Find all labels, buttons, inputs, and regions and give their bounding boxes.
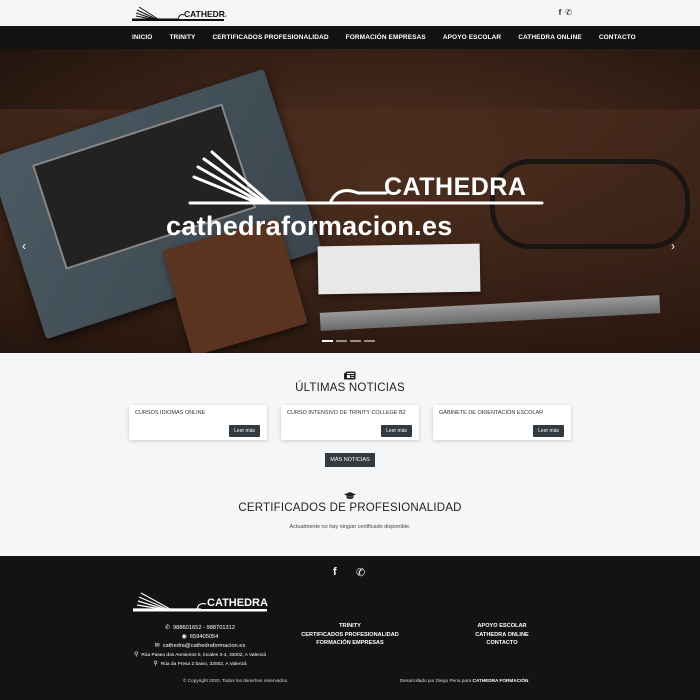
footer-email[interactable]: ✉ cathedra@cathedraformacion.es — [130, 642, 270, 651]
carousel-indicator[interactable] — [322, 340, 333, 342]
footer-phone[interactable]: ✆ 988601652 - 988701312 — [130, 624, 270, 633]
footer-link-certificados[interactable]: CERTIFICADOS PROFESIONALIDAD — [290, 631, 410, 640]
top-bar: CATHEDRA f ✆ — [0, 0, 700, 26]
nav-menu: INICIO TRINITY CERTIFICADOS PROFESIONALI… — [132, 26, 636, 49]
news-card: CURSOS IDIOMAS ONLINE Leer más — [129, 405, 267, 440]
nav-item-apoyo-escolar[interactable]: APOYO ESCOLAR — [443, 34, 501, 41]
footer-developer-credit: Desarrollado por Diego Pena para CATHEDR… — [400, 678, 529, 683]
social-links-top: f ✆ — [559, 8, 572, 17]
footer-link-formacion-empresas[interactable]: FORMACIÓN EMPRESAS — [290, 639, 410, 648]
main-navbar: INICIO TRINITY CERTIFICADOS PROFESIONALI… — [0, 26, 700, 49]
news-card-title[interactable]: CURSO INTENSIVO DE TRINITY COLLEGE B2 — [287, 410, 406, 416]
news-card-title[interactable]: GABINETE DE ORIENTACIÓN ESCOLAR — [439, 410, 543, 416]
nav-item-trinity[interactable]: TRINITY — [169, 34, 195, 41]
footer-address-1: ⚲ Rúa Paseo dos Anmieiros 5, locales 3-4,… — [133, 652, 267, 658]
cathedra-logo[interactable]: CATHEDRA — [130, 4, 226, 22]
news-card-title[interactable]: CURSOS IDIOMAS ONLINE — [135, 410, 205, 416]
carousel-indicator[interactable] — [364, 340, 375, 342]
footer-whatsapp[interactable]: ◉ 659405054 — [130, 633, 270, 642]
read-more-button[interactable]: Leer más — [533, 425, 564, 437]
nav-item-inicio[interactable]: INICIO — [132, 34, 152, 41]
whatsapp-icon: ◉ — [181, 634, 187, 640]
facebook-icon[interactable]: f — [333, 566, 337, 578]
graduation-cap-icon — [344, 492, 356, 499]
envelope-icon: ✉ — [154, 643, 160, 649]
facebook-icon[interactable]: f — [559, 8, 562, 17]
logo-text: CATHEDRA — [184, 9, 226, 19]
phone-icon: ✆ — [164, 625, 171, 631]
whatsapp-icon[interactable]: ✆ — [565, 8, 572, 17]
footer-developer-brand[interactable]: CATHEDRA FORMACIÓN — [472, 678, 528, 683]
nav-item-certificados[interactable]: CERTIFICADOS PROFESIONALIDAD — [212, 34, 328, 41]
footer-copyright: © Copyright 2020, Todos los derechos res… — [183, 678, 289, 683]
footer-contact-info: ✆ 988601652 - 988701312 ◉ 659405054 ✉ cathe… — [130, 624, 270, 669]
footer-links-col-1: TRINITY CERTIFICADOS PROFESIONALIDAD FOR… — [290, 622, 410, 648]
carousel-prev-button[interactable]: ‹ — [22, 239, 26, 253]
hero-carousel: CATHEDRA cathedraformacion.es ‹ › — [0, 49, 700, 353]
carousel-indicator[interactable] — [336, 340, 347, 342]
footer: f ✆ CATHEDRA ✆ 988601652 - 988701312 ◉ 659… — [0, 556, 700, 700]
newspaper-icon — [344, 371, 356, 380]
footer-links-col-2: APOYO ESCOLAR CATHEDRA ONLINE CONTACTO — [443, 622, 561, 648]
news-section-title: ÚLTIMAS NOTICIAS — [295, 382, 405, 394]
nav-item-contacto[interactable]: CONTACTO — [599, 34, 636, 41]
hero-url-text: cathedraformacion.es — [166, 211, 453, 241]
news-card: GABINETE DE ORIENTACIÓN ESCOLAR Leer más — [433, 405, 571, 440]
read-more-button[interactable]: Leer más — [229, 425, 260, 437]
footer-address-2: ⚲ Rúa da Presa 2 baixo, 32002, A Valenzá — [153, 661, 247, 667]
nav-item-cathedra-online[interactable]: CATHEDRA ONLINE — [518, 34, 582, 41]
whatsapp-icon[interactable]: ✆ — [356, 566, 365, 579]
footer-link-contacto[interactable]: CONTACTO — [443, 639, 561, 648]
news-card: CURSO INTENSIVO DE TRINITY COLLEGE B2 Le… — [281, 405, 419, 440]
carousel-indicators — [322, 340, 375, 342]
footer-link-trinity[interactable]: TRINITY — [290, 622, 410, 631]
certificates-empty-message: Actualmente no hay ningún certificado di… — [289, 524, 411, 530]
carousel-next-button[interactable]: › — [671, 239, 675, 253]
carousel-indicator[interactable] — [350, 340, 361, 342]
hero-brand-text: CATHEDRA — [384, 173, 527, 201]
footer-cathedra-logo[interactable]: CATHEDRA — [131, 589, 269, 613]
footer-logo-text: CATHEDRA — [207, 597, 268, 609]
more-news-button[interactable]: MÁS NOTICIAS — [325, 453, 375, 467]
map-marker-icon: ⚲ — [153, 661, 158, 667]
map-marker-icon: ⚲ — [133, 652, 139, 658]
footer-link-cathedra-online[interactable]: CATHEDRA ONLINE — [443, 631, 561, 640]
read-more-button[interactable]: Leer más — [381, 425, 412, 437]
certificates-section-title: CERTIFICADOS DE PROFESIONALIDAD — [238, 502, 462, 514]
hero-business-card-image — [317, 243, 481, 295]
footer-link-apoyo-escolar[interactable]: APOYO ESCOLAR — [443, 622, 561, 631]
nav-item-formacion-empresas[interactable]: FORMACIÓN EMPRESAS — [346, 34, 426, 41]
